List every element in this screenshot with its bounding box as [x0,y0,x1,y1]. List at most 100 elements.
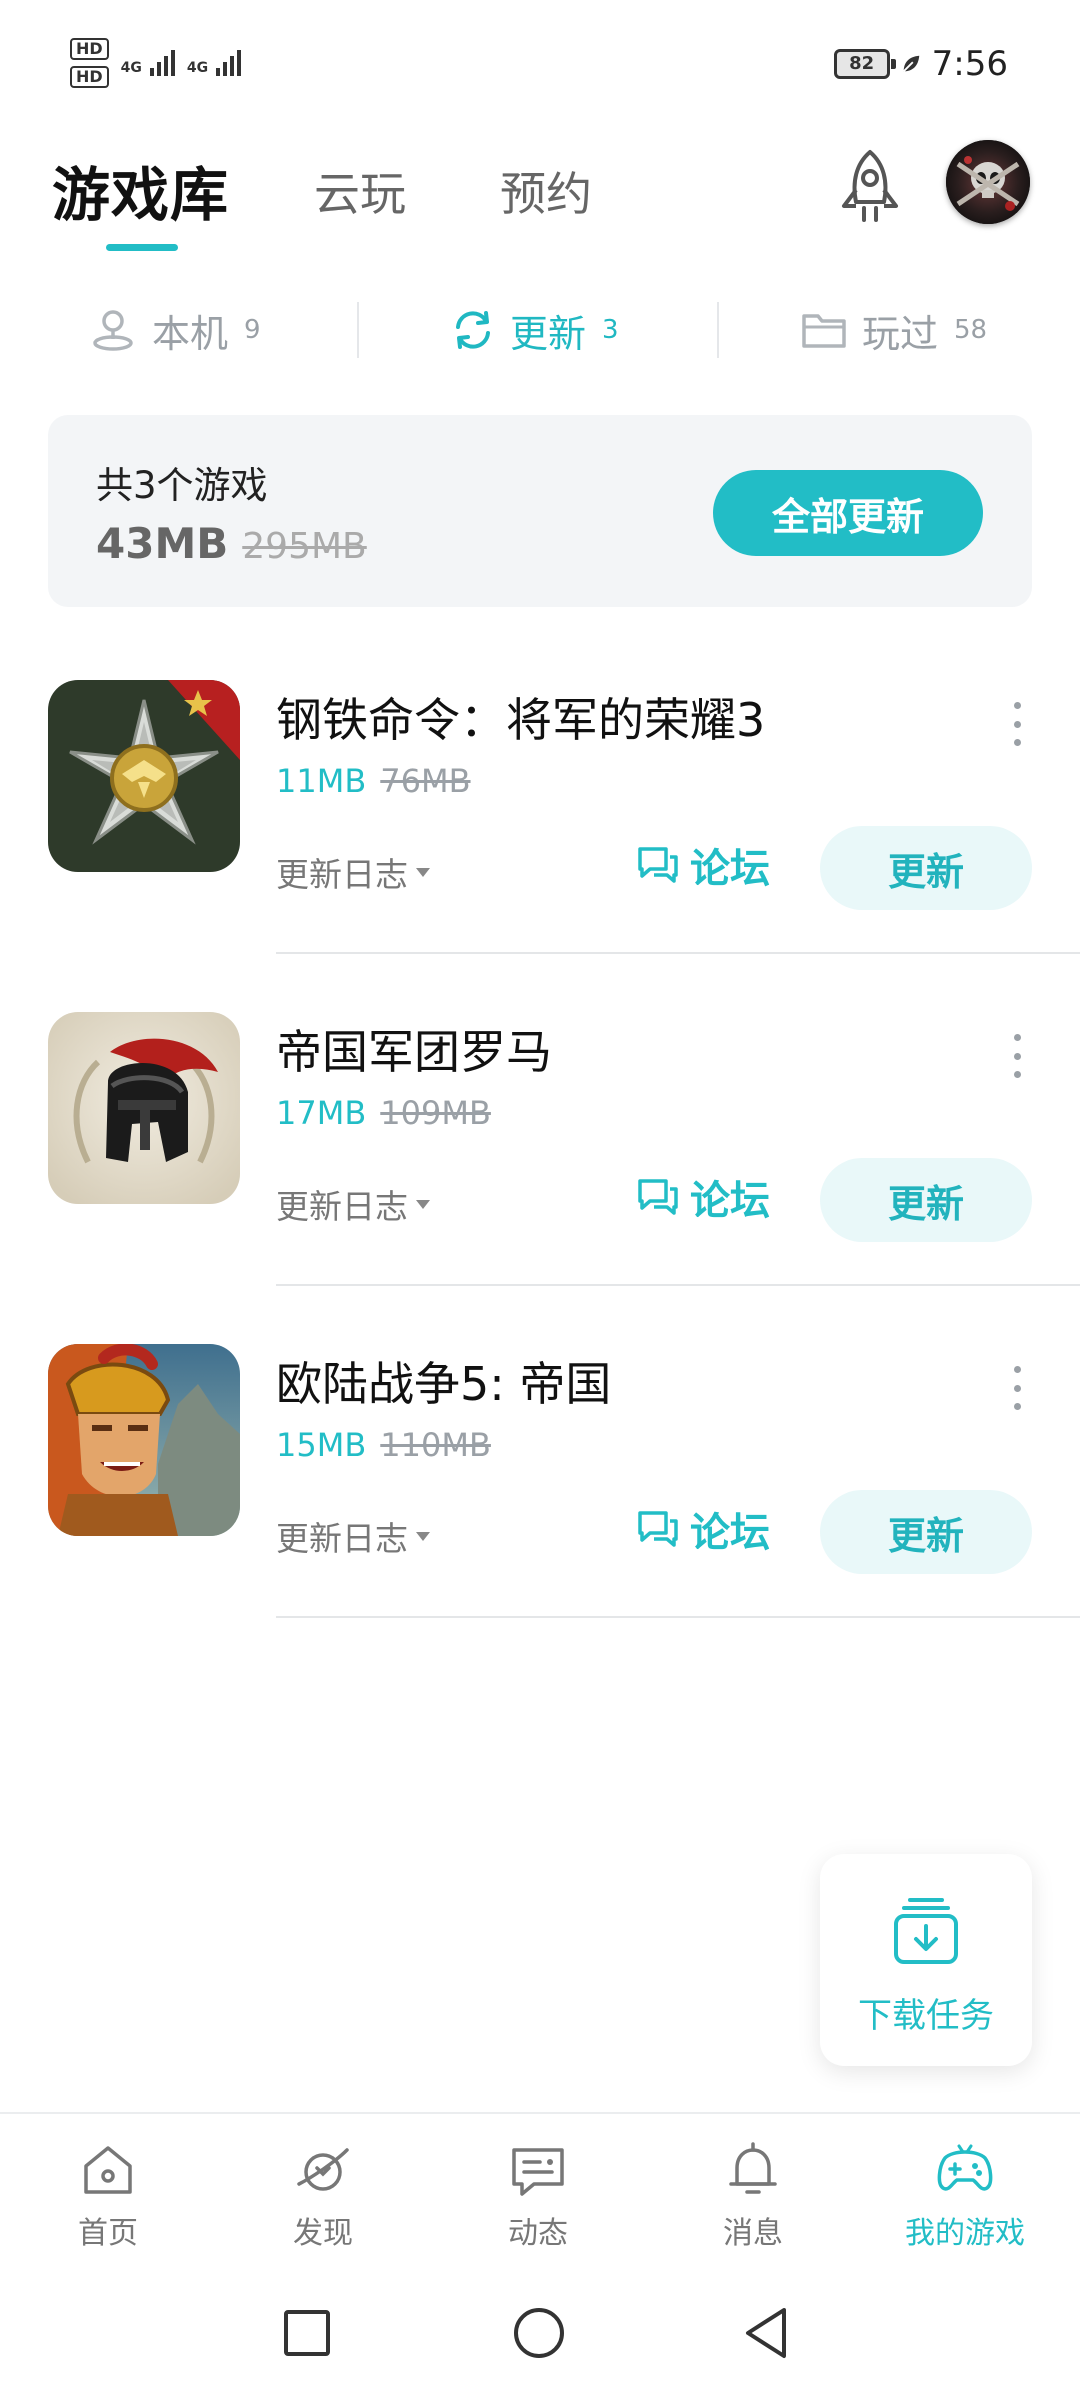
nav-discover-label: 发现 [293,2216,353,2251]
recent-apps-icon[interactable] [282,2308,332,2358]
forum-link[interactable]: 论坛 [636,834,770,896]
game-download-size: 17MB [276,1094,367,1132]
forum-icon [638,1511,678,1547]
segment-updates-label: 更新 [510,311,587,356]
folder-icon [802,314,846,348]
home-button-icon[interactable] [512,2306,566,2360]
update-button[interactable]: 更新 [820,826,1032,910]
segment-tabs: 本机 9 更新 3 玩过 58 [0,290,1080,370]
hd-badge-2: HD [70,66,109,88]
gamepad-icon [937,2144,993,2191]
update-log-label: 更新日志 [276,855,408,894]
home-icon [84,2146,132,2194]
nav-messages[interactable]: 消息 [683,2138,823,2252]
game-icon[interactable] [48,1344,240,1536]
avatar[interactable] [946,140,1030,224]
network-type-1: 4G [120,60,142,76]
nav-home-label: 首页 [78,2216,138,2251]
download-tray-icon [894,1898,958,1964]
leaf-icon [902,55,919,72]
game-size: 11MB 76MB [276,762,471,800]
total-original-size: 295MB [242,526,367,567]
more-options-icon[interactable] [1010,1034,1024,1078]
forum-link[interactable]: 论坛 [636,1498,770,1560]
forum-label: 论坛 [690,846,770,892]
forum-label: 论坛 [690,1178,770,1224]
game-original-size: 76MB [380,762,471,800]
forum-icon [638,847,678,883]
nav-feed[interactable]: 动态 [468,2138,608,2252]
system-navigation-bar [0,2278,1080,2388]
game-row[interactable]: 欧陆战争5: 帝国 15MB 110MB 更新日志 论坛 更新 [0,1324,1080,1654]
update-button[interactable]: 更新 [820,1490,1032,1574]
status-bar: HD HD 4G 4G 82 7:56 [0,0,1080,120]
update-log-toggle[interactable]: 更新日志 [276,1180,430,1228]
nav-messages-label: 消息 [723,2216,783,2251]
refresh-icon [456,311,490,349]
divider [276,1616,1080,1618]
game-icon[interactable] [48,1012,240,1204]
signal-indicators: HD HD 4G 4G [70,38,242,88]
update-all-button[interactable]: 全部更新 [713,470,983,556]
divider [276,1284,1080,1286]
forum-icon [638,1179,678,1215]
game-row[interactable]: 钢铁命令：将军的荣耀3 11MB 76MB 更新日志 论坛 更新 [0,660,1080,990]
tab-cloud-play[interactable]: 云玩 [314,158,406,224]
divider [276,952,1080,954]
update-log-toggle[interactable]: 更新日志 [276,1512,430,1560]
segment-updates-count: 3 [602,315,619,345]
update-log-label: 更新日志 [276,1519,408,1558]
game-title: 欧陆战争5: 帝国 [276,1357,612,1411]
game-row[interactable]: 帝国军团罗马 17MB 109MB 更新日志 论坛 更新 [0,992,1080,1322]
segment-updates[interactable]: 更新 3 [450,290,619,370]
game-download-size: 11MB [276,762,367,800]
planet-icon [297,2148,349,2191]
nav-discover[interactable]: 发现 [253,2138,393,2252]
back-icon[interactable] [740,2304,792,2362]
game-icon[interactable] [48,680,240,872]
forum-link[interactable]: 论坛 [636,1166,770,1228]
tab-game-library[interactable]: 游戏库 [52,148,229,232]
game-original-size: 109MB [380,1094,491,1132]
update-log-label: 更新日志 [276,1187,408,1226]
segment-local-count: 9 [244,315,261,345]
tab-reservations[interactable]: 预约 [500,158,592,224]
nav-my-games[interactable]: 我的游戏 [895,2138,1035,2252]
dropdown-arrow-icon [416,1199,430,1209]
clock: 7:56 [931,44,1008,84]
bell-icon [729,2142,777,2194]
rocket-icon[interactable] [832,146,908,230]
signal-2-icon: 4G [186,50,242,76]
update-summary-card: 共3个游戏 43MB 295MB 全部更新 [48,415,1032,607]
chat-icon [512,2148,564,2196]
game-title: 帝国军团罗马 [276,1025,552,1079]
download-task-label: 下载任务 [858,1996,994,2036]
segment-local-label: 本机 [152,311,229,356]
active-tab-indicator [106,244,178,251]
more-options-icon[interactable] [1010,702,1024,746]
update-button[interactable]: 更新 [820,1158,1032,1242]
nav-home[interactable]: 首页 [38,2138,178,2252]
forum-label: 论坛 [690,1510,770,1556]
segment-played[interactable]: 玩过 58 [800,290,987,370]
signal-1-icon: 4G [121,50,175,76]
segment-local[interactable]: 本机 9 [88,290,261,370]
download-task-button[interactable]: 下载任务 [820,1854,1032,2066]
game-download-size: 15MB [276,1426,367,1464]
game-count-text: 共3个游戏 [96,464,268,507]
network-type-2: 4G [186,60,209,76]
more-options-icon[interactable] [1010,1366,1024,1410]
segment-played-count: 58 [954,315,988,345]
total-download-size: 43MB [96,519,229,568]
top-header: 游戏库 云玩 预约 [0,130,1080,260]
update-log-toggle[interactable]: 更新日志 [276,848,430,896]
game-original-size: 110MB [380,1426,491,1464]
hd-badge-1: HD [70,38,109,60]
total-size: 43MB 295MB [96,519,367,568]
nav-my-games-label: 我的游戏 [905,2216,1025,2251]
game-size: 17MB 109MB [276,1094,491,1132]
user-pin-icon [93,310,133,351]
segment-played-label: 玩过 [862,311,939,356]
game-title: 钢铁命令：将军的荣耀3 [276,693,766,747]
segment-divider [717,302,719,358]
